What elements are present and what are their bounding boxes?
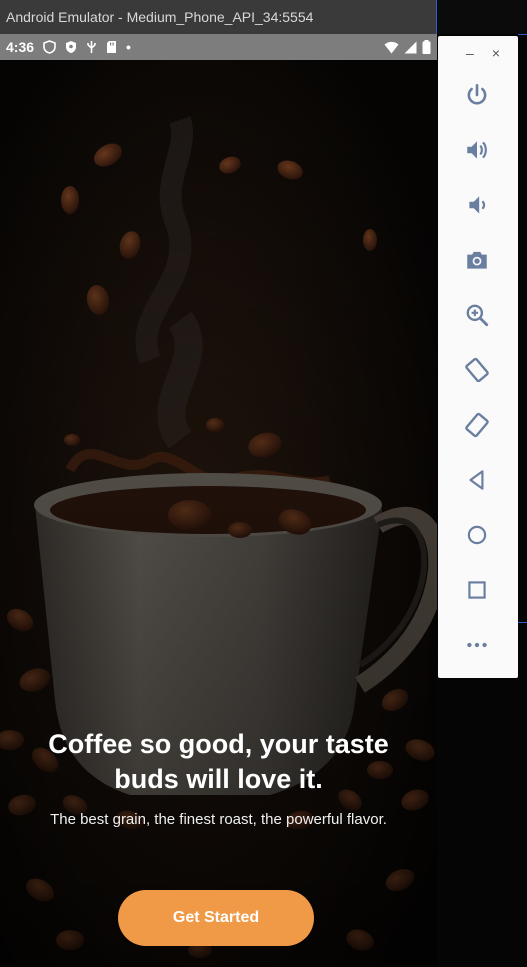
volume-up-icon [467, 141, 487, 159]
rotate-right-button[interactable] [460, 408, 494, 442]
vpn-shield-icon [43, 40, 56, 54]
wifi-icon [384, 41, 399, 53]
more-icon [467, 642, 487, 648]
back-button[interactable] [460, 463, 494, 497]
rotate-left-icon [465, 357, 489, 383]
sd-card-icon [107, 41, 117, 53]
usb-debug-icon [87, 41, 96, 53]
zoom-icon [466, 304, 489, 327]
more-button[interactable] [460, 628, 494, 662]
phone-screen: 4:36 • Coffee so good, your taste buds w… [0, 34, 437, 967]
close-button[interactable]: × [492, 45, 500, 61]
window-border-top [518, 34, 527, 35]
get-started-button[interactable]: Get Started [118, 890, 314, 946]
overview-button[interactable] [460, 573, 494, 607]
power-button[interactable] [460, 78, 494, 112]
rotate-left-button[interactable] [460, 353, 494, 387]
camera-icon [467, 251, 487, 269]
subtitle: The best grain, the finest roast, the po… [50, 811, 387, 828]
coffee-hero-image [0, 60, 437, 967]
title-bar-extension [437, 0, 527, 34]
home-button[interactable] [460, 518, 494, 552]
home-icon [467, 525, 487, 545]
window-title: Android Emulator - Medium_Phone_API_34:5… [6, 9, 314, 25]
volume-up-button[interactable] [460, 133, 494, 167]
volume-down-icon [469, 196, 486, 214]
minimize-button[interactable]: – [466, 45, 474, 61]
battery-icon [422, 40, 431, 54]
signal-icon [404, 41, 417, 53]
headline: Coffee so good, your taste buds will lov… [48, 729, 389, 794]
notification-dot: • [126, 39, 131, 55]
power-icon [467, 83, 487, 105]
back-icon [469, 470, 484, 490]
status-bar: 4:36 • [0, 34, 437, 60]
screenshot-button[interactable] [460, 243, 494, 277]
zoom-button[interactable] [460, 298, 494, 332]
volume-down-button[interactable] [460, 188, 494, 222]
shield-icon [66, 41, 77, 53]
window-border-bottom [518, 622, 527, 623]
emulator-title-bar: Android Emulator - Medium_Phone_API_34:5… [0, 0, 437, 34]
status-time: 4:36 [6, 39, 35, 55]
overview-icon [468, 581, 486, 599]
rotate-right-icon [465, 412, 489, 438]
emulator-toolbar: – × [438, 36, 518, 678]
